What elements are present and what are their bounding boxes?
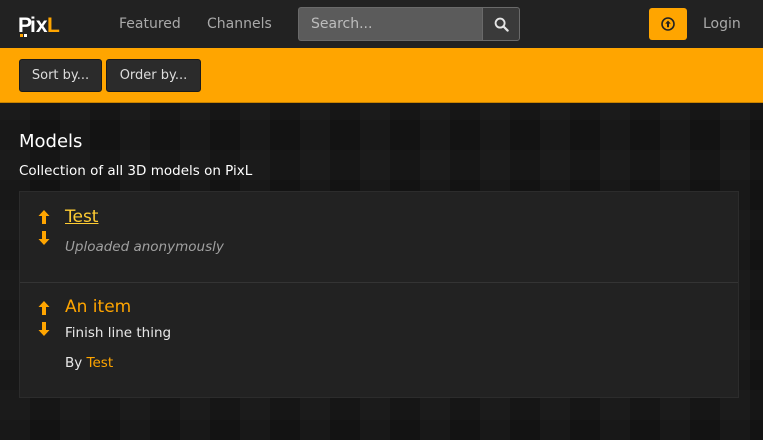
author-link[interactable]: Test <box>87 355 114 371</box>
svg-text:ix: ix <box>30 14 48 37</box>
upload-button[interactable] <box>649 8 687 40</box>
upload-icon <box>661 17 675 31</box>
item-description: Finish line thing <box>65 325 172 341</box>
model-list: Test Uploaded anonymously An item Finish… <box>19 191 739 398</box>
login-link[interactable]: Login <box>703 0 741 48</box>
top-navbar: P ix L Featured Channels Login <box>0 0 763 48</box>
sort-by-button[interactable]: Sort by... <box>19 59 102 92</box>
svg-text:L: L <box>47 14 60 37</box>
arrow-down-icon[interactable] <box>37 321 51 337</box>
arrow-down-icon[interactable] <box>37 230 51 246</box>
item-title-link[interactable]: Test <box>65 207 98 227</box>
page-subtitle: Collection of all 3D models on PixL <box>19 163 253 179</box>
search-bar <box>298 7 520 41</box>
pixl-logo[interactable]: P ix L <box>18 10 60 38</box>
order-by-button[interactable]: Order by... <box>106 59 201 92</box>
search-button[interactable] <box>482 7 520 41</box>
nav-link-featured[interactable]: Featured <box>119 0 181 48</box>
search-input[interactable] <box>298 7 482 41</box>
list-item: Test Uploaded anonymously <box>20 192 738 283</box>
arrow-up-icon[interactable] <box>37 300 51 316</box>
search-icon <box>494 17 509 32</box>
item-upload-info: Uploaded anonymously <box>65 239 224 255</box>
item-title-link[interactable]: An item <box>65 297 131 317</box>
author-prefix: By <box>65 355 87 371</box>
arrow-up-icon[interactable] <box>37 209 51 225</box>
item-author-line: By Test <box>65 355 113 371</box>
list-item: An item Finish line thing By Test <box>20 283 738 397</box>
page-title: Models <box>19 131 83 152</box>
filter-toolbar: Sort by... Order by... <box>0 48 763 103</box>
nav-link-channels[interactable]: Channels <box>207 0 272 48</box>
